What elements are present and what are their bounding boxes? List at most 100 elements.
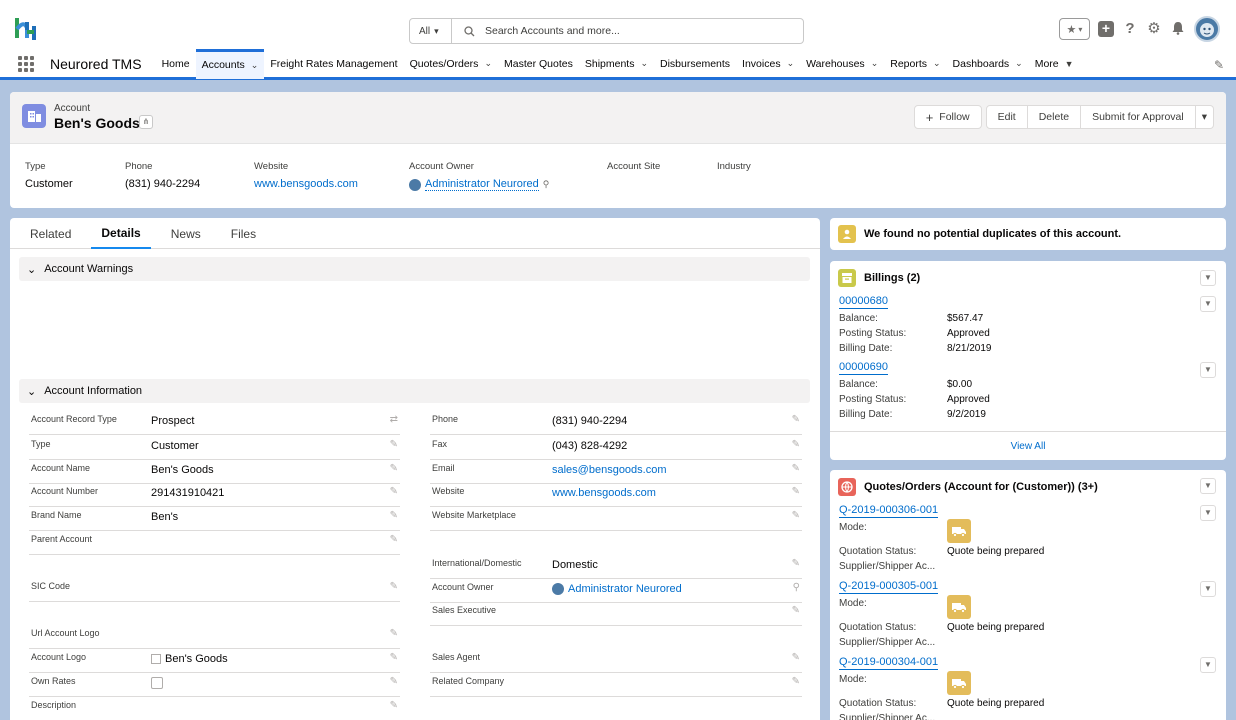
edit-pencil-icon[interactable]: ✎ <box>390 700 398 711</box>
edit-pencil-icon[interactable]: ✎ <box>792 439 800 450</box>
submit-for-approval-button[interactable]: Submit for Approval <box>1081 105 1196 129</box>
chevron-down-icon[interactable]: ▼ <box>1065 59 1074 69</box>
edit-pencil-icon[interactable]: ✎ <box>390 534 398 545</box>
field-label: Website <box>432 486 465 496</box>
field-label: Own Rates <box>31 676 76 686</box>
row-menu-button[interactable]: ▼ <box>1200 296 1216 312</box>
edit-pencil-icon[interactable]: ✎ <box>792 676 800 687</box>
edit-pencil-icon[interactable]: ✎ <box>792 605 800 616</box>
edit-nav-pencil-icon[interactable]: ✎ <box>1214 58 1224 72</box>
app-launcher-icon[interactable] <box>18 55 34 72</box>
gear-icon[interactable]: ⚙ <box>1146 21 1162 37</box>
nav-item-freight-rates-management[interactable]: Freight Rates Management <box>264 49 403 79</box>
edit-pencil-icon[interactable]: ✎ <box>390 510 398 521</box>
edit-pencil-icon[interactable]: ✎ <box>792 486 800 497</box>
field-label: Parent Account <box>31 534 93 544</box>
edit-pencil-icon[interactable]: ✎ <box>792 558 800 569</box>
change-owner-icon[interactable]: ⚲ <box>543 179 550 190</box>
nav-item-more[interactable]: More ▼ <box>1029 49 1080 79</box>
edit-pencil-icon[interactable]: ✎ <box>390 486 398 497</box>
field-label: Account Owner <box>432 582 494 592</box>
tab-details[interactable]: Details <box>91 218 151 249</box>
chevron-down-icon[interactable]: ⌄ <box>251 60 259 71</box>
field-sic-code: SIC Code ✎ <box>29 578 400 602</box>
billing-record-link[interactable]: 00000690 <box>839 361 888 375</box>
edit-pencil-icon[interactable]: ✎ <box>390 676 398 687</box>
row-menu-button[interactable]: ▼ <box>1200 505 1216 521</box>
nav-item-quotes-orders[interactable]: Quotes/Orders ⌄ <box>404 49 498 79</box>
tab-files[interactable]: Files <box>221 218 266 249</box>
field-label: Sales Agent <box>432 652 481 662</box>
help-icon[interactable]: ? <box>1122 21 1138 37</box>
field-link[interactable]: Administrator Neurored <box>568 583 682 595</box>
card-menu-button[interactable]: ▼ <box>1200 478 1216 494</box>
chevron-down-icon[interactable]: ⌄ <box>484 58 492 69</box>
edit-pencil-icon[interactable]: ✎ <box>792 463 800 474</box>
quote-record-link[interactable]: Q-2019-000305-001 <box>839 580 939 594</box>
row-menu-button[interactable]: ▼ <box>1200 657 1216 673</box>
chevron-down-icon[interactable]: ⌄ <box>1015 58 1023 69</box>
app-logo-icon[interactable] <box>14 16 40 42</box>
card-menu-button[interactable]: ▼ <box>1200 270 1216 286</box>
nav-item-dashboards[interactable]: Dashboards ⌄ <box>947 49 1029 79</box>
edit-pencil-icon[interactable]: ✎ <box>792 414 800 425</box>
record-title: Ben's Goods <box>54 115 140 131</box>
search-input[interactable]: Search Accounts and more... <box>452 19 803 43</box>
delete-label: Delete <box>1038 111 1070 123</box>
delete-button[interactable]: Delete <box>1027 105 1082 129</box>
billing-field-label: Billing Date: <box>839 409 893 420</box>
quote-field-value: Quote being prepared <box>947 698 1045 709</box>
field-related-company: Related Company ✎ <box>430 673 802 697</box>
field-link[interactable]: sales@bensgoods.com <box>552 464 667 476</box>
edit-pencil-icon[interactable]: ✎ <box>390 581 398 592</box>
tab-news[interactable]: News <box>161 218 211 249</box>
tab-related[interactable]: Related <box>20 218 81 249</box>
chevron-down-icon[interactable]: ⌄ <box>787 58 795 69</box>
edit-button[interactable]: Edit <box>985 105 1028 129</box>
nav-item-home[interactable]: Home <box>156 49 196 79</box>
chevron-down-icon[interactable]: ⌄ <box>640 58 648 69</box>
edit-pencil-icon[interactable]: ✎ <box>792 652 800 663</box>
chevron-down-icon: ⌄ <box>27 385 37 398</box>
nav-item-invoices[interactable]: Invoices ⌄ <box>736 49 800 79</box>
website-link[interactable]: www.bensgoods.com <box>254 178 358 190</box>
quote-record-link[interactable]: Q-2019-000304-001 <box>839 656 939 670</box>
owner-link[interactable]: Administrator Neurored <box>425 178 539 191</box>
billing-record-link[interactable]: 00000680 <box>839 295 888 309</box>
favorites-button[interactable]: ★ ▾ <box>1059 18 1090 40</box>
section-account-information[interactable]: ⌄ Account Information <box>19 379 810 403</box>
change-owner-icon[interactable]: ⚲ <box>793 582 800 593</box>
hierarchy-icon[interactable]: ⋔ <box>139 115 153 129</box>
nav-item-shipments[interactable]: Shipments ⌄ <box>579 49 654 79</box>
quote-record-link[interactable]: Q-2019-000306-001 <box>839 504 939 518</box>
chevron-down-icon[interactable]: ⌄ <box>871 58 879 69</box>
section-account-warnings[interactable]: ⌄ Account Warnings <box>19 257 810 281</box>
field-link[interactable]: www.bensgoods.com <box>552 487 656 499</box>
chevron-down-icon[interactable]: ⌄ <box>933 58 941 69</box>
edit-pencil-icon[interactable]: ✎ <box>390 463 398 474</box>
nav-item-reports[interactable]: Reports ⌄ <box>884 49 946 79</box>
edit-pencil-icon[interactable]: ✎ <box>792 510 800 521</box>
more-actions-button[interactable]: ▾ <box>1195 105 1214 129</box>
nav-item-disbursements[interactable]: Disbursements <box>654 49 736 79</box>
user-avatar[interactable] <box>1194 16 1220 42</box>
row-menu-button[interactable]: ▼ <box>1200 362 1216 378</box>
truck-icon <box>947 671 971 695</box>
section-title: Account Information <box>44 385 143 397</box>
own-rates-checkbox[interactable] <box>151 677 163 689</box>
bell-icon[interactable] <box>1170 21 1186 37</box>
nav-item-warehouses[interactable]: Warehouses ⌄ <box>800 49 884 79</box>
edit-pencil-icon[interactable]: ✎ <box>390 652 398 663</box>
billing-field: Posting Status: Approved <box>839 394 990 405</box>
search-scope-dropdown[interactable]: All ▾ <box>410 19 452 43</box>
nav-item-master-quotes[interactable]: Master Quotes <box>498 49 579 79</box>
edit-pencil-icon[interactable]: ✎ <box>390 628 398 639</box>
change-record-type-icon[interactable]: ⇄ <box>390 414 398 425</box>
nav-item-accounts[interactable]: Accounts ⌄ <box>195 48 265 79</box>
edit-pencil-icon[interactable]: ✎ <box>390 439 398 450</box>
view-all-link[interactable]: View All <box>830 431 1226 460</box>
follow-button[interactable]: + Follow <box>913 105 982 129</box>
field-value: (043) 828-4292 <box>552 440 627 452</box>
row-menu-button[interactable]: ▼ <box>1200 581 1216 597</box>
global-actions-plus-icon[interactable]: + <box>1098 21 1114 37</box>
